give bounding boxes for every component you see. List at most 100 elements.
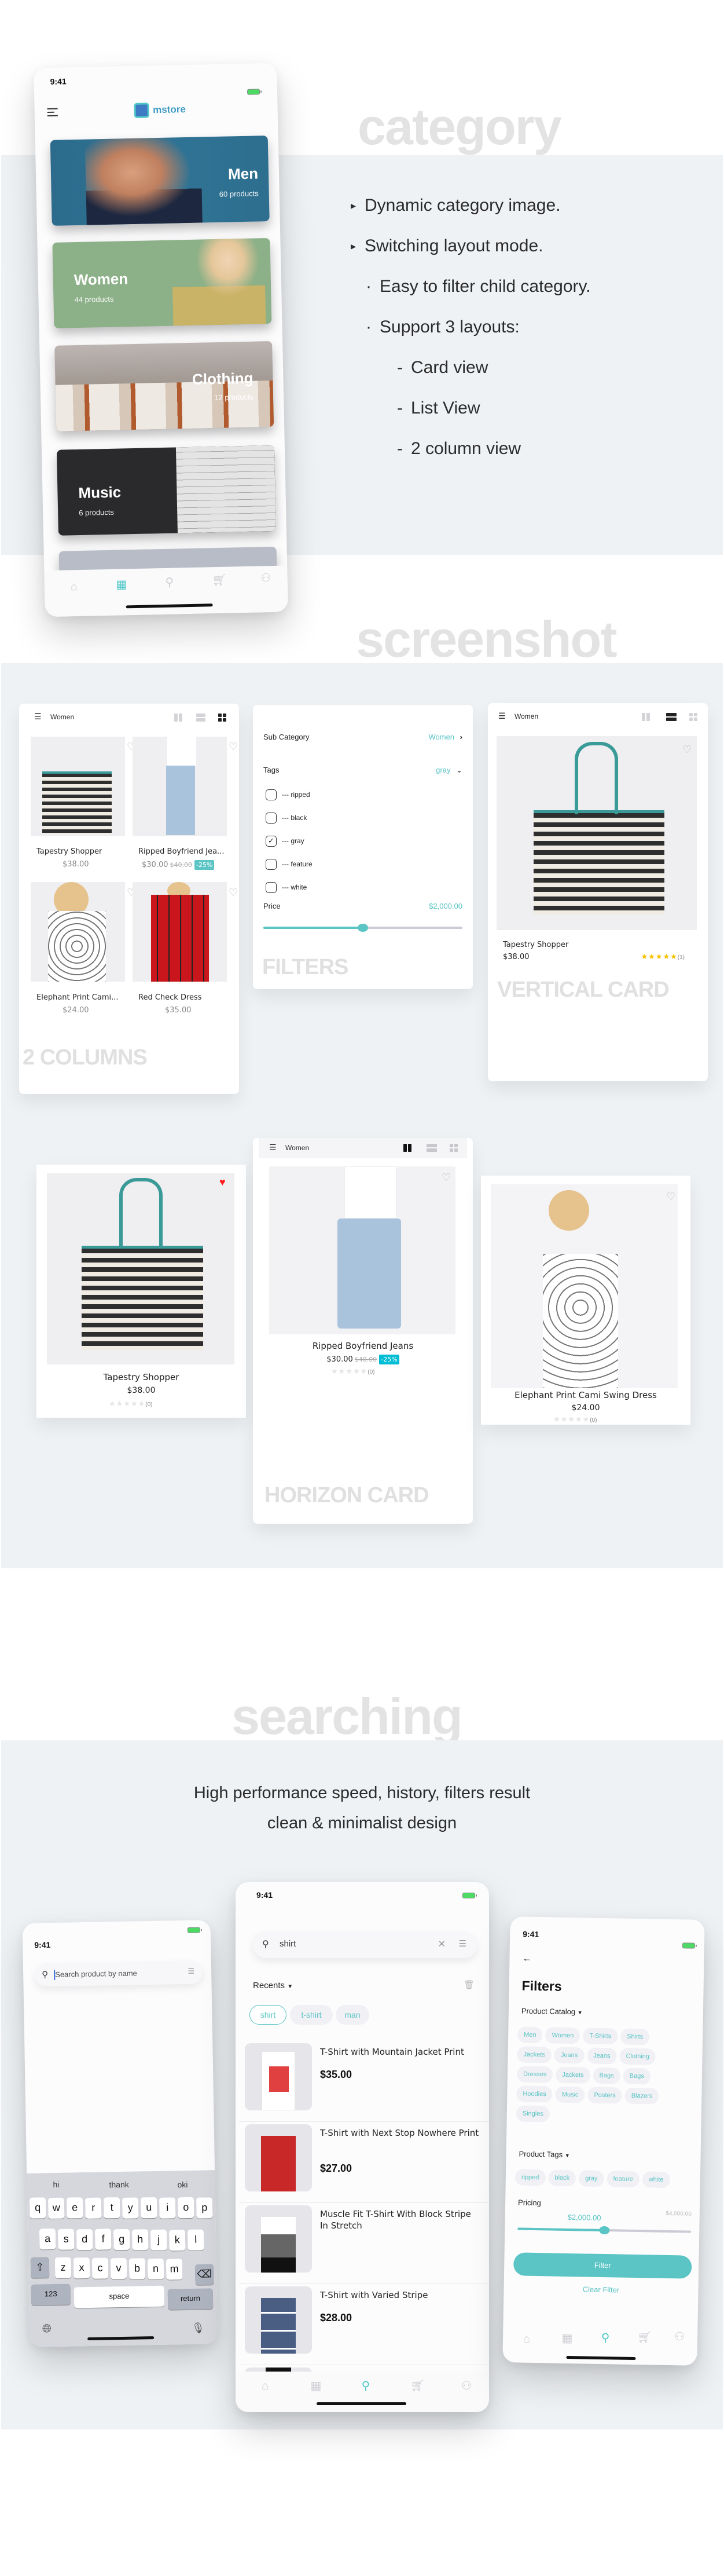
layout-card-icon[interactable] bbox=[403, 1144, 411, 1152]
home-icon[interactable]: ⌂ bbox=[68, 580, 80, 593]
product-tags-dropdown[interactable]: Product Tags ▼ bbox=[519, 2149, 569, 2159]
key-d[interactable]: d bbox=[76, 2229, 93, 2250]
filter-chip[interactable]: Bags bbox=[593, 2067, 620, 2084]
suggestion[interactable]: thank bbox=[109, 2180, 129, 2190]
filter-chip[interactable]: Posters bbox=[587, 2087, 623, 2104]
suggestion[interactable]: hi bbox=[53, 2180, 59, 2189]
wishlist-heart-icon[interactable]: ♡ bbox=[229, 741, 238, 753]
category-card-women[interactable]: Women 44 products bbox=[52, 238, 272, 328]
filter-chip[interactable]: Hoodies bbox=[516, 2085, 553, 2103]
key-n[interactable]: n bbox=[147, 2258, 164, 2280]
key-u[interactable]: u bbox=[140, 2197, 157, 2219]
wishlist-heart-icon[interactable]: ♡ bbox=[666, 1191, 675, 1203]
cart-icon[interactable]: 🛒︎ bbox=[212, 574, 227, 587]
profile-icon[interactable]: ⚇ bbox=[673, 2330, 686, 2343]
wishlist-heart-icon[interactable]: ♡ bbox=[682, 744, 692, 756]
layout-grid-icon[interactable] bbox=[689, 713, 697, 721]
layout-list-icon[interactable] bbox=[427, 1144, 437, 1152]
category-card-clothing[interactable]: Clothing 12 products bbox=[54, 341, 274, 431]
slider-thumb[interactable] bbox=[358, 924, 368, 932]
profile-icon[interactable]: ⚇ bbox=[259, 572, 272, 584]
tags-row[interactable]: Tags gray ⌄ bbox=[263, 766, 462, 774]
key-t[interactable]: t bbox=[103, 2197, 120, 2219]
tag-checkbox[interactable] bbox=[266, 789, 277, 800]
filter-chip[interactable]: Shirts bbox=[620, 2028, 650, 2046]
filter-chip[interactable]: gray bbox=[578, 2170, 604, 2187]
search-icon[interactable]: ⚲ bbox=[599, 2332, 612, 2344]
filter-chip[interactable]: Singles bbox=[516, 2105, 550, 2123]
key-f[interactable]: f bbox=[94, 2229, 112, 2251]
menu-icon[interactable] bbox=[47, 108, 58, 117]
filter-sliders-icon[interactable]: ☰ bbox=[34, 712, 42, 722]
product-catalog-dropdown[interactable]: Product Catalog ▼ bbox=[521, 2006, 583, 2016]
wishlist-heart-icon[interactable]: ♡ bbox=[229, 887, 238, 899]
key-z[interactable]: z bbox=[54, 2257, 72, 2278]
tag-checkbox[interactable] bbox=[266, 882, 277, 893]
clear-filter-button[interactable]: Clear Filter bbox=[504, 2284, 698, 2296]
filter-sliders-icon[interactable]: ☰ bbox=[498, 711, 506, 721]
key-l[interactable]: l bbox=[187, 2229, 204, 2251]
category-card-music[interactable]: Music 6 products bbox=[56, 445, 276, 536]
tag-checkbox[interactable] bbox=[266, 859, 277, 870]
key-x[interactable]: x bbox=[73, 2257, 90, 2279]
key-h[interactable]: h bbox=[131, 2229, 149, 2251]
filter-chip[interactable]: feature bbox=[607, 2171, 640, 2188]
category-grid-icon[interactable]: ▦ bbox=[115, 578, 128, 591]
filter-chip[interactable]: white bbox=[642, 2171, 670, 2189]
globe-icon[interactable]: 🌐︎ bbox=[42, 2322, 52, 2336]
price-slider[interactable] bbox=[517, 2224, 692, 2235]
filter-chip[interactable]: ripped bbox=[514, 2169, 546, 2186]
tag-checkbox-checked[interactable]: ✓ bbox=[266, 836, 277, 847]
key-q[interactable]: q bbox=[29, 2197, 46, 2219]
key-g[interactable]: g bbox=[113, 2229, 130, 2251]
filter-chip[interactable]: Women bbox=[545, 2027, 580, 2044]
category-grid-icon[interactable]: ▦ bbox=[310, 2380, 322, 2392]
category-grid-icon[interactable]: ▦ bbox=[561, 2332, 574, 2345]
key-p[interactable]: p bbox=[196, 2197, 213, 2219]
backspace-key[interactable]: ⌫ bbox=[194, 2264, 214, 2285]
result-row[interactable]: Muscle Fit T-Shirt With Block Stripe In … bbox=[239, 2203, 489, 2284]
sub-category-row[interactable]: Sub Category Women › bbox=[263, 733, 462, 741]
tag-checkbox[interactable] bbox=[266, 813, 277, 824]
result-row[interactable]: T-Shirt with Mountain Jacket Print $35.0… bbox=[239, 2041, 489, 2122]
numbers-key[interactable]: 123 bbox=[31, 2284, 71, 2306]
search-input[interactable]: ⚲ shirt ✕ ☰ bbox=[253, 1931, 477, 1958]
wishlist-heart-filled-icon[interactable]: ♥ bbox=[219, 1176, 226, 1188]
key-o[interactable]: o bbox=[177, 2197, 194, 2219]
filter-chip[interactable]: Bags bbox=[623, 2068, 651, 2085]
recent-chip-active[interactable]: shirt bbox=[249, 2005, 286, 2025]
filter-sliders-icon[interactable]: ☰ bbox=[188, 1967, 194, 1976]
filter-sliders-icon[interactable]: ☰ bbox=[459, 1938, 466, 1949]
layout-list-icon[interactable] bbox=[196, 713, 205, 722]
key-a[interactable]: a bbox=[39, 2228, 56, 2250]
filter-button[interactable]: Filter bbox=[513, 2252, 692, 2279]
filter-chip[interactable]: Jackets bbox=[556, 2066, 590, 2084]
filter-chip[interactable]: black bbox=[548, 2169, 576, 2187]
layout-grid-icon[interactable] bbox=[218, 713, 226, 722]
trash-icon[interactable]: 🗑︎ bbox=[464, 1979, 475, 1990]
recent-chip[interactable]: t-shirt bbox=[290, 2005, 333, 2025]
layout-list-icon[interactable] bbox=[666, 713, 677, 721]
result-row[interactable]: T-Shirt with Next Stop Nowhere Print $27… bbox=[239, 2122, 489, 2203]
recents-dropdown[interactable]: Recents ▼ bbox=[253, 1981, 293, 1990]
space-key[interactable]: space bbox=[73, 2285, 165, 2308]
product-image[interactable] bbox=[497, 736, 697, 930]
slider-thumb[interactable] bbox=[599, 2226, 610, 2235]
filter-chip[interactable]: Jeans bbox=[586, 2047, 617, 2065]
return-key[interactable]: return bbox=[167, 2288, 214, 2310]
horizon-right-card[interactable]: ♡ Elephant Print Cami Swing Dress $24.00… bbox=[481, 1176, 690, 1425]
key-y[interactable]: y bbox=[122, 2197, 139, 2219]
key-b[interactable]: b bbox=[128, 2258, 146, 2279]
suggestion[interactable]: oki bbox=[177, 2180, 188, 2189]
filter-sliders-icon[interactable]: ☰ bbox=[269, 1143, 277, 1152]
category-card-men[interactable]: Men 60 products bbox=[50, 136, 270, 226]
filter-chip[interactable]: Men bbox=[517, 2026, 543, 2044]
filter-chip[interactable]: Jeans bbox=[554, 2047, 585, 2064]
result-row[interactable]: T-Shirt with Varied Stripe $28.00 bbox=[239, 2284, 489, 2365]
key-m[interactable]: m bbox=[166, 2259, 183, 2280]
microphone-icon[interactable]: 🎙︎ bbox=[192, 2322, 205, 2334]
cart-icon[interactable]: 🛒︎ bbox=[637, 2331, 652, 2344]
product-image[interactable] bbox=[269, 1166, 455, 1334]
filter-chip[interactable]: Blazers bbox=[624, 2087, 659, 2105]
wishlist-heart-icon[interactable]: ♡ bbox=[442, 1172, 451, 1184]
